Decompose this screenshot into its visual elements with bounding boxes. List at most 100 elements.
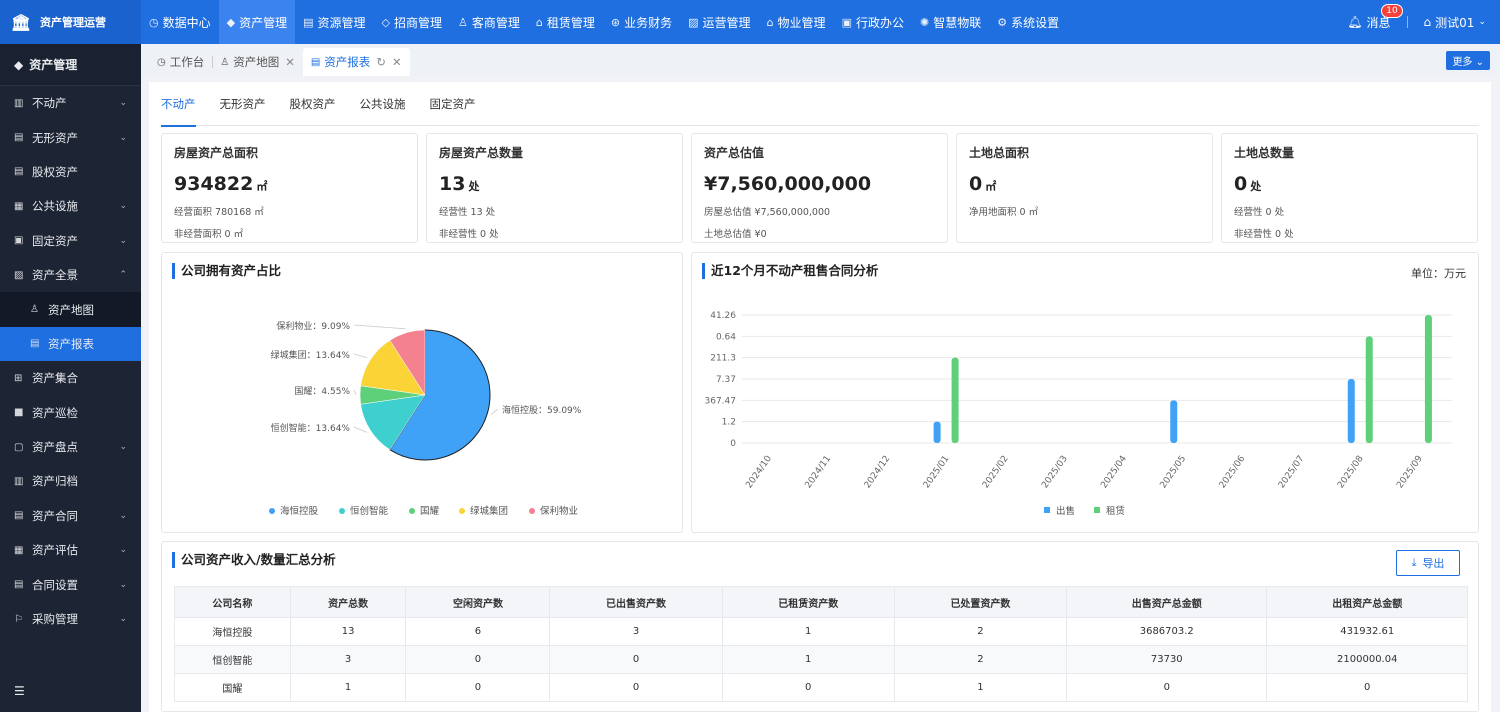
export-label: 导出	[1422, 557, 1445, 570]
nav-item-6[interactable]: ⊛ 业务财务	[603, 0, 680, 44]
table-cell: 3	[289, 645, 407, 674]
nav-item-0[interactable]: ◷ 数据中心	[141, 0, 219, 44]
sidebar-item-10[interactable]: ▢ 资产盘点 ⌄	[0, 430, 141, 464]
sidebar-item-0[interactable]: ▥ 不动产 ⌄	[0, 86, 141, 120]
bar-租赁[interactable]	[1365, 336, 1373, 443]
close-icon[interactable]: ✕	[285, 55, 295, 69]
summary-panel: 公司资产收入/数量汇总分析 ⤓ 导出 公司名称 资产总数 空闲资产数 已出售资产数 已租…	[161, 541, 1479, 712]
legend-label[interactable]: 恒创智能	[350, 505, 389, 517]
table-cell: 0	[405, 673, 551, 702]
column-header: 已租赁资产数	[721, 586, 895, 618]
bar-出售[interactable]	[1170, 400, 1178, 443]
x-tick-label: 2024/12	[863, 454, 893, 490]
sidebar-item-label: 股权资产	[32, 164, 78, 179]
sidebar-item-5[interactable]: ▨ 资产全景 ⌃	[0, 258, 141, 292]
sidebar-item-9[interactable]: ■ 资产巡检	[0, 396, 141, 430]
y-tick-label: 211.3	[710, 354, 736, 364]
cube-icon: ◆	[226, 15, 236, 29]
sidebar-item-4[interactable]: ▣ 固定资产 ⌄	[0, 224, 141, 258]
sidebar-item-13[interactable]: ▦ 资产评估 ⌄	[0, 533, 141, 567]
nav-item-4[interactable]: ♙ 客商管理	[450, 0, 528, 44]
nav-item-7[interactable]: ▨ 运营管理	[680, 0, 758, 44]
subtab-3[interactable]: 公共设施	[348, 82, 418, 126]
stat-sub-2: 非经营面积 0 ㎡	[174, 229, 244, 240]
legend-label[interactable]: 保利物业	[540, 505, 578, 517]
users-icon: ♙	[458, 15, 468, 29]
stat-unit: ㎡	[256, 180, 268, 193]
refresh-icon[interactable]: ↻	[376, 55, 386, 69]
sidebar-item-2[interactable]: ▤ 股权资产	[0, 155, 141, 189]
tab-0[interactable]: ◷ 工作台	[149, 48, 212, 76]
subtab-4[interactable]: 固定资产	[418, 82, 488, 126]
sidebar-item-1[interactable]: ▤ 无形资产 ⌄	[0, 120, 141, 154]
y-tick-label: 367.47	[705, 396, 737, 406]
archive-icon: ▥	[14, 475, 24, 487]
chevron-icon: ⌄	[119, 132, 127, 143]
sidebar-item-3[interactable]: ▦ 公共设施 ⌄	[0, 189, 141, 223]
legend-label[interactable]: 国耀	[420, 506, 440, 517]
close-icon[interactable]: ✕	[392, 55, 402, 69]
nav-item-10[interactable]: ✺ 智慧物联	[912, 0, 989, 44]
collapse-sidebar-icon[interactable]: ☰	[14, 684, 25, 698]
bar-出售[interactable]	[933, 421, 941, 443]
user-menu[interactable]: ⌂ 测试01 ⌄	[1424, 14, 1486, 31]
stat-sub-2: 非经营性 0 处	[439, 229, 499, 240]
bar-出售[interactable]	[1347, 379, 1355, 443]
nav-item-11[interactable]: ⚙ 系统设置	[989, 0, 1067, 44]
stat-sub-1: 经营面积 780168 ㎡	[174, 207, 264, 218]
sidebar-item-8[interactable]: ⊞ 资产集合	[0, 361, 141, 395]
more-tabs-button[interactable]: 更多 ⌄	[1446, 51, 1490, 70]
stat-number: ¥7,560,000,000	[704, 173, 872, 195]
pie-label: 绿城集团：13.64%	[271, 349, 351, 361]
column-header: 出售资产总金额	[1066, 586, 1268, 618]
legend-label[interactable]: 海恒控股	[280, 505, 319, 517]
nav-item-8[interactable]: ⌂ 物业管理	[759, 0, 834, 44]
sidebar-item-14[interactable]: ▤ 合同设置 ⌄	[0, 567, 141, 601]
stat-unit: 处	[468, 180, 480, 193]
stat-sub-2: 非经营性 0 处	[1234, 229, 1294, 240]
bar-租赁[interactable]	[951, 357, 959, 443]
y-tick-label: 0	[730, 439, 736, 449]
tab-1[interactable]: ♙ 资产地图 ✕	[212, 48, 303, 76]
nav-item-label: 智慧物联	[933, 15, 982, 30]
org-icon: ⌂	[1423, 15, 1432, 29]
table-header-row: 公司名称 资产总数 空闲资产数 已出售资产数 已租赁资产数 已处置资产数 出售资产总金额 出租…	[174, 586, 1468, 618]
nav-item-label: 物业管理	[777, 15, 826, 30]
nav-item-3[interactable]: ◇ 招商管理	[374, 0, 450, 44]
subtab-1[interactable]: 无形资产	[208, 82, 278, 126]
sidebar-item-7[interactable]: ▤ 资产报表	[0, 326, 141, 362]
sidebar-item-label: 无形资产	[32, 130, 78, 145]
legend-label[interactable]: 租赁	[1106, 505, 1125, 517]
stat-number: 0	[969, 173, 983, 195]
report-icon: ▤	[30, 338, 40, 350]
table-cell: 海恒控股	[174, 617, 291, 646]
summary-title: 公司资产收入/数量汇总分析	[172, 552, 336, 568]
nav-item-label: 行政办公	[855, 15, 904, 30]
messages-button[interactable]: 🔔︎ 消息 10	[1347, 3, 1403, 31]
legend-label[interactable]: 绿城集团	[470, 505, 508, 517]
nav-item-9[interactable]: ▣ 行政办公	[834, 0, 912, 44]
nav-item-5[interactable]: ⌂ 租赁管理	[528, 0, 603, 44]
export-button[interactable]: ⤓ 导出	[1396, 550, 1460, 576]
nav-item-2[interactable]: ▤ 资源管理	[295, 0, 373, 44]
legend-label[interactable]: 出售	[1056, 505, 1075, 517]
sidebar-item-label: 合同设置	[32, 577, 78, 592]
nav-item-1[interactable]: ◆ 资产管理	[218, 0, 296, 44]
subtab-0[interactable]: 不动产	[161, 82, 208, 127]
panorama-icon: ▨	[14, 269, 24, 281]
map-pin-icon: ♙	[30, 304, 39, 316]
building-icon: ▤	[303, 15, 314, 29]
building-icon: ▥	[14, 97, 24, 109]
bar-租赁[interactable]	[1424, 315, 1432, 443]
column-header: 已处置资产数	[893, 586, 1068, 618]
subtab-2[interactable]: 股权资产	[278, 82, 348, 126]
sidebar-item-6[interactable]: ♙ 资产地图	[0, 292, 141, 327]
sidebar-item-11[interactable]: ▥ 资产归档	[0, 464, 141, 498]
sidebar-item-12[interactable]: ▤ 资产合同 ⌄	[0, 499, 141, 533]
sidebar-item-label: 资产归档	[32, 474, 78, 489]
tab-2[interactable]: ▤ 资产报表 ↻ ✕	[302, 48, 410, 76]
contract-setting-icon: ▤	[14, 579, 24, 591]
app-logo[interactable]: 🏛 资产管理运营	[0, 0, 141, 44]
stat-value: 934822 ㎡	[174, 173, 405, 195]
sidebar-item-15[interactable]: ⚐ 采购管理 ⌄	[0, 602, 141, 636]
